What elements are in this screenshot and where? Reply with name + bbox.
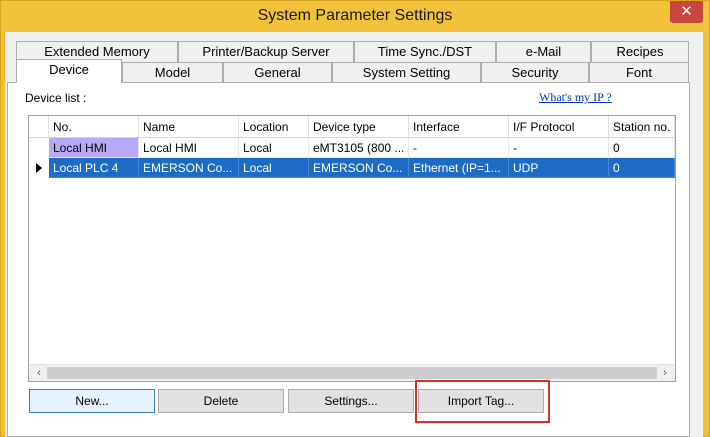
delete-button[interactable]: Delete — [158, 389, 284, 413]
table-row[interactable]: Local HMI Local HMI Local eMT3105 (800 .… — [29, 138, 675, 158]
tab-printer-backup-server[interactable]: Printer/Backup Server — [178, 41, 354, 62]
row-header-corner — [29, 116, 49, 137]
title-bar[interactable]: System Parameter Settings ✕ — [1, 1, 709, 33]
cell-no: Local HMI — [49, 138, 139, 158]
cell-location: Local — [239, 158, 309, 178]
settings-button[interactable]: Settings... — [288, 389, 414, 413]
column-header-no[interactable]: No. — [49, 116, 139, 137]
column-header-location[interactable]: Location — [239, 116, 309, 137]
tab-font[interactable]: Font — [589, 62, 689, 83]
scrollbar-thumb[interactable] — [47, 367, 657, 379]
tab-system-setting[interactable]: System Setting — [332, 62, 481, 83]
table-row-selected[interactable]: Local PLC 4 EMERSON Co... Local EMERSON … — [29, 158, 675, 178]
whats-my-ip-link[interactable]: What's my IP ? — [539, 90, 612, 105]
tab-device[interactable]: Device — [16, 59, 122, 83]
cell-interface: Ethernet (IP=1... — [409, 158, 509, 178]
table-header: No. Name Location Device type Interface … — [29, 116, 675, 138]
annotation-highlight-box — [415, 380, 550, 423]
cell-if-protocol: - — [509, 138, 609, 158]
column-header-name[interactable]: Name — [139, 116, 239, 137]
column-header-station-no[interactable]: Station no. — [609, 116, 675, 137]
cell-device-type: eMT3105 (800 ... — [309, 138, 409, 158]
tab-general[interactable]: General — [223, 62, 332, 83]
column-header-if-protocol[interactable]: I/F Protocol — [509, 116, 609, 137]
cell-if-protocol: UDP — [509, 158, 609, 178]
tab-recipes[interactable]: Recipes — [591, 41, 689, 62]
new-button[interactable]: New... — [29, 389, 155, 413]
cell-device-type: EMERSON Co... — [309, 158, 409, 178]
horizontal-scrollbar[interactable]: ‹ › — [29, 364, 675, 381]
current-row-pointer-icon — [36, 163, 42, 173]
tab-email[interactable]: e-Mail — [496, 41, 591, 62]
cell-name: EMERSON Co... — [139, 158, 239, 178]
column-header-device-type[interactable]: Device type — [309, 116, 409, 137]
cell-location: Local — [239, 138, 309, 158]
row-header[interactable] — [29, 138, 49, 158]
scroll-left-icon[interactable]: ‹ — [31, 366, 47, 381]
row-header[interactable] — [29, 158, 49, 178]
cell-interface: - — [409, 138, 509, 158]
scroll-right-icon[interactable]: › — [657, 366, 673, 381]
tab-model[interactable]: Model — [122, 62, 223, 83]
device-list-table[interactable]: No. Name Location Device type Interface … — [28, 115, 676, 382]
cell-name: Local HMI — [139, 138, 239, 158]
cell-no: Local PLC 4 — [49, 158, 139, 178]
close-button[interactable]: ✕ — [670, 1, 703, 23]
column-header-interface[interactable]: Interface — [409, 116, 509, 137]
tab-security[interactable]: Security — [481, 62, 589, 83]
cell-station-no: 0 — [609, 138, 675, 158]
window-title: System Parameter Settings — [257, 7, 453, 24]
tab-time-sync-dst[interactable]: Time Sync./DST — [354, 41, 496, 62]
device-list-label: Device list : — [25, 91, 87, 105]
cell-station-no: 0 — [609, 158, 675, 178]
